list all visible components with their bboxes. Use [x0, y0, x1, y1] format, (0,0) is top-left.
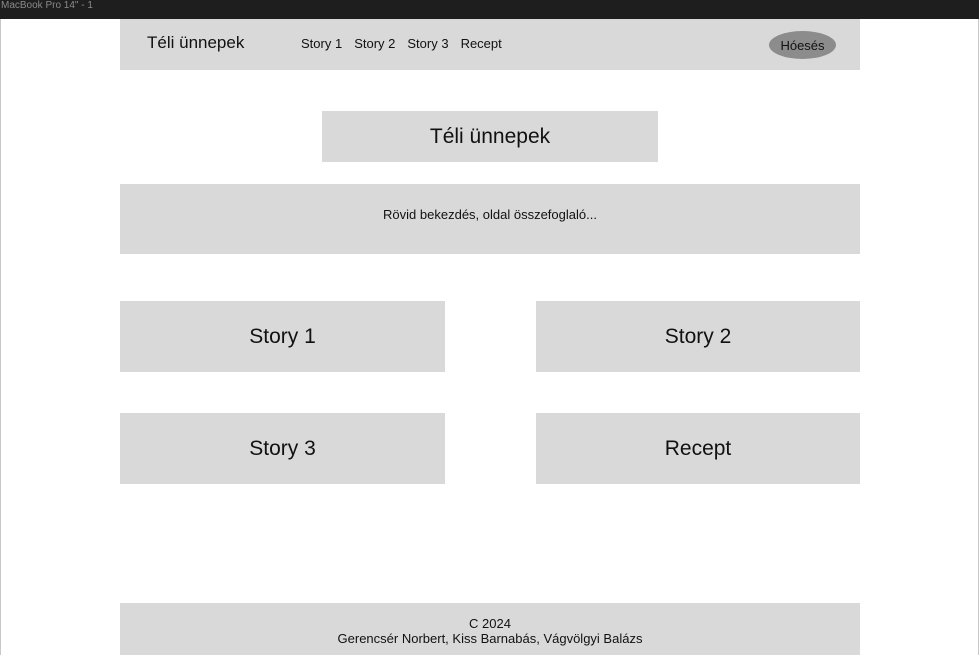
site-footer: C 2024 Gerencsér Norbert, Kiss Barnabás,…: [120, 603, 860, 655]
footer-copyright: C 2024: [469, 616, 511, 631]
frame-title-bar: MacBook Pro 14" - 1: [0, 0, 979, 19]
site-header: Téli ünnepek Story 1 Story 2 Story 3 Rec…: [120, 19, 860, 70]
card-recept[interactable]: Recept: [536, 413, 860, 484]
main-nav: Story 1 Story 2 Story 3 Recept: [301, 36, 514, 51]
page-title: Téli ünnepek: [322, 111, 658, 162]
card-story-3[interactable]: Story 3: [120, 413, 445, 484]
footer-authors: Gerencsér Norbert, Kiss Barnabás, Vágvöl…: [337, 631, 643, 646]
page-frame: Téli ünnepek Story 1 Story 2 Story 3 Rec…: [0, 19, 979, 655]
summary-paragraph: Rövid bekezdés, oldal összefoglaló...: [120, 184, 860, 254]
nav-link-story-1[interactable]: Story 1: [301, 36, 342, 51]
card-story-1[interactable]: Story 1: [120, 301, 445, 372]
nav-link-story-3[interactable]: Story 3: [407, 36, 448, 51]
nav-link-story-2[interactable]: Story 2: [354, 36, 395, 51]
snowfall-button[interactable]: Hóesés: [769, 31, 836, 59]
site-brand[interactable]: Téli ünnepek: [147, 33, 244, 53]
card-story-2[interactable]: Story 2: [536, 301, 860, 372]
frame-title: MacBook Pro 14" - 1: [1, 0, 93, 11]
nav-link-recept[interactable]: Recept: [461, 36, 502, 51]
